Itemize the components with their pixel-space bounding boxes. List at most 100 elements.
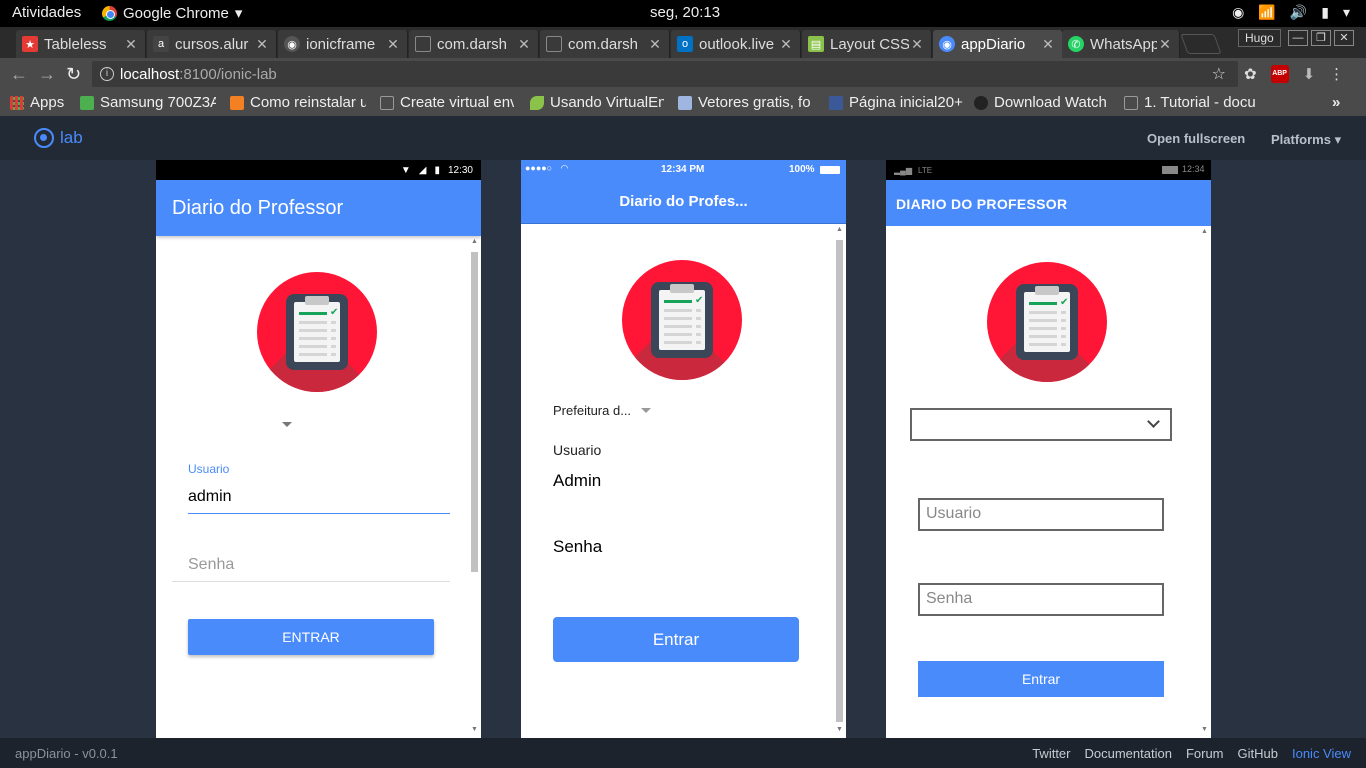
bookmark-item[interactable]: Como reinstalar u <box>230 94 366 111</box>
document-icon <box>380 95 394 110</box>
adblock-plus-icon[interactable]: ABP <box>1270 65 1289 83</box>
site-favicon-icon <box>80 95 94 110</box>
browser-tab[interactable]: com.darsh ✕ <box>540 30 670 58</box>
bookmark-item[interactable]: Página inicial20+ <box>829 94 963 111</box>
bookmark-star-icon[interactable]: ☆ <box>1212 64 1226 84</box>
user-input[interactable]: Usuario <box>918 498 1164 531</box>
bookmark-item[interactable]: 1. Tutorial - docu <box>1124 94 1258 111</box>
bookmark-label: Samsung 700Z3A <box>100 94 216 111</box>
menu-icon[interactable]: ⋮ <box>1329 65 1344 83</box>
prefeitura-select[interactable]: Prefeitura d... <box>553 403 652 418</box>
layout-favicon-icon: ▤ <box>808 36 824 52</box>
login-button[interactable]: Entrar <box>918 661 1164 697</box>
lab-logo-text: lab <box>60 128 83 147</box>
close-icon[interactable]: ✕ <box>123 36 139 53</box>
whatsapp-favicon-icon: ✆ <box>1068 36 1084 52</box>
bookmark-apps[interactable]: Apps <box>10 94 70 111</box>
footer-link-forum[interactable]: Forum <box>1186 746 1224 761</box>
close-icon[interactable]: ✕ <box>385 36 401 53</box>
tab-title: cursos.alur <box>175 35 249 53</box>
tab-title: outlook.live <box>699 35 775 53</box>
prefeitura-select[interactable] <box>282 422 292 427</box>
input-underline <box>172 581 450 582</box>
password-input[interactable]: Senha <box>918 583 1164 616</box>
back-arrow-icon[interactable]: ← <box>10 64 28 85</box>
bookmark-label: Usando VirtualEnv <box>550 94 664 111</box>
download-icon[interactable]: ⬇ <box>1303 65 1316 83</box>
footer-link-twitter[interactable]: Twitter <box>1032 746 1070 761</box>
windows-status-bar: ▂▄▆ LTE 12:34 <box>886 160 1211 180</box>
close-icon[interactable]: ✕ <box>516 36 532 53</box>
login-button[interactable]: Entrar <box>553 617 799 662</box>
ionic-logo-icon <box>34 128 54 148</box>
close-icon[interactable]: ✕ <box>1040 36 1056 53</box>
browser-tab[interactable]: o outlook.live ✕ <box>671 30 801 58</box>
user-input[interactable]: Admin <box>553 471 601 491</box>
bookmark-item[interactable]: Usando VirtualEnv <box>530 94 664 111</box>
app-menu[interactable]: Google Chrome ▾ <box>102 4 242 22</box>
android-status-bar: ▼ ◢ ▮ 12:30 <box>156 160 481 180</box>
browser-tab[interactable]: ▤ Layout CSS ✕ <box>802 30 932 58</box>
scrollbar[interactable]: ▲ ▼ <box>470 238 479 738</box>
browser-tab[interactable]: ◉ ionicframe ✕ <box>278 30 408 58</box>
bookmark-item[interactable]: Vetores gratis, fo <box>678 94 814 111</box>
extension-icon[interactable]: ✿ <box>1244 65 1257 83</box>
bookmark-label: 1. Tutorial - docu <box>1144 94 1256 111</box>
profile-button[interactable]: Hugo <box>1238 29 1281 47</box>
browser-toolbar: ← → ↻ i localhost:8100/ionic-lab ☆ ✿ ABP… <box>0 58 1366 90</box>
star-favicon-icon: ★ <box>22 36 38 52</box>
system-tray[interactable]: ◉ 📶 🔊 ▮ ▾ <box>1232 4 1350 21</box>
open-fullscreen-link[interactable]: Open fullscreen <box>1147 131 1245 146</box>
address-bar[interactable]: i localhost:8100/ionic-lab ☆ <box>92 61 1238 87</box>
chevron-down-icon <box>1147 415 1160 428</box>
browser-tab-active[interactable]: ◉ appDiario ✕ <box>933 30 1063 58</box>
close-icon[interactable]: ✕ <box>909 36 925 53</box>
close-icon[interactable]: ✕ <box>647 36 663 53</box>
close-icon[interactable]: ✕ <box>778 36 794 53</box>
prefeitura-select[interactable] <box>910 408 1172 441</box>
bookmarks-bar: Apps Samsung 700Z3A Como reinstalar u Cr… <box>0 90 1366 116</box>
close-window-icon[interactable]: ✕ <box>1334 30 1354 46</box>
window-controls: — ❐ ✕ <box>1288 30 1354 46</box>
login-button[interactable]: ENTRAR <box>188 619 434 655</box>
browser-tab[interactable]: ✆ WhatsApp ✕ <box>1062 30 1180 58</box>
platforms-dropdown[interactable]: Platforms ▾ <box>1271 132 1341 148</box>
os-top-bar: Atividades Google Chrome ▾ seg, 20:13 ◉ … <box>0 0 1366 27</box>
scrollbar[interactable]: ▲ ▼ <box>1200 228 1209 738</box>
bookmark-item[interactable]: Create virtual env <box>380 94 514 111</box>
maximize-icon[interactable]: ❐ <box>1311 30 1331 46</box>
new-tab-button[interactable] <box>1180 34 1222 54</box>
footer-link-documentation[interactable]: Documentation <box>1085 746 1172 761</box>
select-value: Prefeitura d... <box>553 403 632 418</box>
user-input[interactable]: admin <box>188 488 232 506</box>
close-icon[interactable]: ✕ <box>254 36 270 53</box>
minimize-icon[interactable]: — <box>1288 30 1308 46</box>
activities-button[interactable]: Atividades <box>12 4 81 21</box>
forward-arrow-icon[interactable]: → <box>38 64 56 85</box>
footer-link-ionic-view[interactable]: Ionic View <box>1292 746 1351 761</box>
platforms-label: Platforms <box>1271 132 1331 147</box>
chevron-down-icon: ▾ <box>234 5 243 22</box>
password-input[interactable]: Senha <box>188 556 234 574</box>
tab-title: ionicframe <box>306 35 376 53</box>
browser-tab[interactable]: ★ Tableless ✕ <box>16 30 146 58</box>
bookmark-item[interactable]: Samsung 700Z3A <box>80 94 216 111</box>
facebook-icon <box>829 95 843 110</box>
browser-tab[interactable]: a cursos.alur ✕ <box>147 30 277 58</box>
bookmarks-overflow-icon[interactable]: » <box>1332 94 1340 111</box>
reload-icon[interactable]: ↻ <box>66 64 81 85</box>
battery-icon: ▮ <box>434 164 440 176</box>
tab-title: Tableless <box>44 35 107 53</box>
bookmark-item[interactable]: Download Watch <box>974 94 1110 111</box>
info-icon[interactable]: i <box>100 67 114 81</box>
clipboard-logo: ✔ <box>622 260 742 380</box>
password-input[interactable]: Senha <box>553 537 602 557</box>
clock[interactable]: seg, 20:13 <box>650 4 720 21</box>
close-icon[interactable]: ✕ <box>1157 36 1173 53</box>
footer-link-github[interactable]: GitHub <box>1238 746 1278 761</box>
ionic-lab-logo: lab <box>34 128 83 148</box>
scrollbar[interactable]: ▲ ▼ <box>835 226 844 738</box>
bookmark-label: Como reinstalar u <box>250 94 366 111</box>
browser-tab[interactable]: com.darsh ✕ <box>409 30 539 58</box>
apps-grid-icon <box>10 95 24 110</box>
